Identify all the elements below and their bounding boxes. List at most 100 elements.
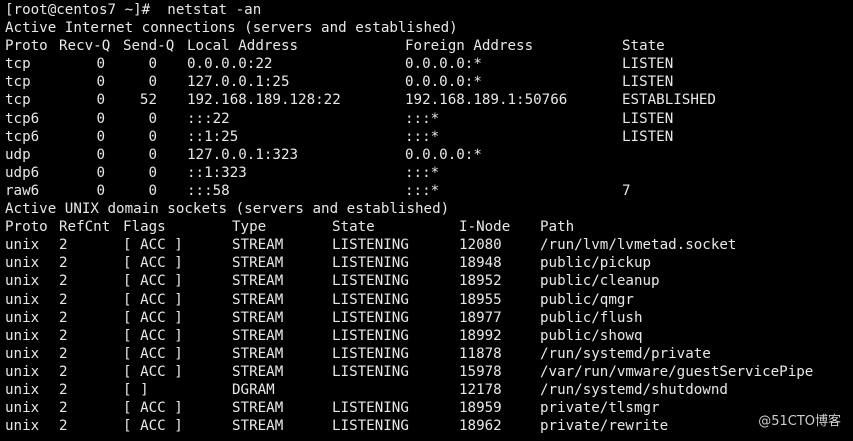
unix-cell-inode: 18948 [459, 255, 502, 272]
unix-row: unix 2 [ ACC ] STREAM LISTENING 18959 private/… [5, 399, 853, 417]
unix-row: unix 2 [ ] DGRAM 12178/run/systemd/shutdownd [5, 381, 853, 399]
unix-cell-type: STREAM [232, 418, 284, 435]
inet-cell-recvq: 0 [96, 74, 105, 91]
inet-cell-local-address: 127.0.0.1:25 [187, 74, 290, 91]
unix-cell-inode: 18962 [459, 418, 502, 435]
terminal-window[interactable]: [root@centos7 ~]# netstat -an Active Int… [5, 1, 853, 441]
unix-rows: unix 2 [ ACC ] STREAM LISTENING 12080/run/lvm… [5, 236, 853, 435]
unix-cell-proto: unix [5, 363, 40, 380]
unix-cell-path: private/tlsmgr [540, 400, 660, 417]
inet-cell-proto: udp [5, 146, 31, 163]
unix-cell-type: STREAM [232, 327, 284, 344]
unix-cell-path: public/flush [540, 309, 643, 326]
unix-cell-inode: 18952 [459, 273, 502, 290]
inet-cell-state: LISTEN [622, 56, 674, 73]
inet-cell-sendq: 52 [139, 92, 157, 109]
unix-cell-state: LISTENING [332, 327, 409, 344]
unix-cell-state: LISTENING [332, 309, 409, 326]
unix-cell-type: STREAM [232, 400, 284, 417]
unix-cell-inode: 11878 [459, 345, 502, 362]
unix-cell-path: public/cleanup [540, 273, 660, 290]
unix-cell-path: /var/run/vmware/guestServicePipe [540, 363, 814, 380]
inet-cell-proto: tcp6 [5, 110, 40, 127]
unix-cell-refcnt: 2 [59, 327, 68, 344]
unix-section-title: Active UNIX domain sockets (servers and … [5, 201, 450, 218]
inet-cell-local-address: :::58 [187, 182, 230, 199]
inet-cell-local-address: ::1:25 [187, 128, 239, 145]
unix-cell-flags: [ ACC ] [123, 363, 183, 380]
inet-cell-state: ESTABLISHED [622, 92, 716, 109]
unix-cell-path: /run/lvm/lvmetad.socket [540, 237, 737, 254]
unix-header-inode: I-Node [459, 219, 511, 236]
unix-cell-proto: unix [5, 255, 40, 272]
unix-cell-flags: [ ACC ] [123, 400, 183, 417]
unix-cell-inode: 18977 [459, 309, 502, 326]
unix-cell-proto: unix [5, 327, 40, 344]
unix-cell-state: LISTENING [332, 237, 409, 254]
inet-cell-proto: tcp [5, 74, 31, 91]
inet-cell-proto: tcp6 [5, 128, 40, 145]
unix-row: unix 2 [ ACC ] STREAM LISTENING 12080/run/lvm… [5, 236, 853, 254]
unix-cell-refcnt: 2 [59, 363, 68, 380]
inet-cell-proto: tcp [5, 92, 31, 109]
unix-cell-proto: unix [5, 237, 40, 254]
unix-cell-refcnt: 2 [59, 273, 68, 290]
unix-cell-proto: unix [5, 381, 40, 398]
unix-cell-state: LISTENING [332, 400, 409, 417]
inet-cell-foreign-address: :::* [405, 128, 440, 145]
inet-cell-sendq: 0 [148, 110, 157, 127]
unix-cell-refcnt: 2 [59, 381, 68, 398]
unix-cell-inode: 15978 [459, 363, 502, 380]
inet-cell-foreign-address: :::* [405, 182, 440, 199]
inet-header-foreign: Foreign Address [405, 38, 534, 55]
inet-cell-sendq: 0 [148, 182, 157, 199]
inet-cell-state: 7 [622, 182, 631, 199]
unix-header-proto: Proto [5, 219, 48, 236]
unix-cell-flags: [ ] [123, 381, 149, 398]
inet-cell-local-address: 0.0.0.0:22 [187, 56, 273, 73]
inet-row: udp6 0 0::1:323:::* [5, 164, 853, 182]
unix-cell-proto: unix [5, 309, 40, 326]
unix-cell-refcnt: 2 [59, 400, 68, 417]
inet-cell-state: LISTEN [622, 128, 674, 145]
inet-cell-local-address: ::1:323 [187, 164, 247, 181]
unix-row: unix 2 [ ACC ] STREAM LISTENING 18952 public/c… [5, 272, 853, 290]
inet-section-title: Active Internet connections (servers and… [5, 20, 458, 37]
inet-cell-recvq: 0 [96, 92, 105, 109]
unix-cell-inode: 18959 [459, 400, 502, 417]
inet-cell-foreign-address: 0.0.0.0:* [405, 146, 482, 163]
inet-cell-local-address: 192.168.189.128:22 [187, 92, 341, 109]
inet-row: tcp 0 52 192.168.189.128:22 192.168.189.1:50… [5, 91, 853, 109]
unix-cell-type: STREAM [232, 237, 284, 254]
inet-header-proto: Proto [5, 38, 48, 55]
unix-cell-state: LISTENING [332, 255, 409, 272]
unix-cell-flags: [ ACC ] [123, 291, 183, 308]
unix-cell-proto: unix [5, 291, 40, 308]
unix-cell-inode: 18955 [459, 291, 502, 308]
inet-cell-foreign-address: 0.0.0.0:* [405, 56, 482, 73]
inet-cell-foreign-address: 192.168.189.1:50766 [405, 92, 568, 109]
unix-cell-path: /run/systemd/shutdownd [540, 381, 728, 398]
unix-cell-refcnt: 2 [59, 255, 68, 272]
unix-cell-type: DGRAM [232, 381, 275, 398]
unix-cell-refcnt: 2 [59, 291, 68, 308]
unix-cell-state: LISTENING [332, 273, 409, 290]
inet-header-row: Proto Recv-Q Send-Q Local Address Foreig… [5, 37, 853, 55]
unix-cell-inode: 12178 [459, 381, 502, 398]
unix-header-refcnt: RefCnt [59, 219, 111, 236]
unix-cell-type: STREAM [232, 273, 284, 290]
unix-cell-refcnt: 2 [59, 309, 68, 326]
inet-header-sendq: Send-Q [123, 38, 175, 55]
inet-header-recvq: Recv-Q [59, 38, 111, 55]
inet-rows: tcp 0 0 0.0.0.0:22 0.0.0.0:* LISTEN tcp 0 0 127.0… [5, 55, 853, 200]
inet-row: tcp6 0 0:::22:::* LISTEN [5, 110, 853, 128]
inet-cell-state: LISTEN [622, 74, 674, 91]
inet-header-local: Local Address [187, 38, 299, 55]
inet-header-state: State [622, 38, 665, 55]
unix-cell-refcnt: 2 [59, 418, 68, 435]
unix-cell-path: public/qmgr [540, 291, 634, 308]
unix-cell-flags: [ ACC ] [123, 309, 183, 326]
unix-cell-state: LISTENING [332, 363, 409, 380]
unix-cell-flags: [ ACC ] [123, 273, 183, 290]
unix-cell-refcnt: 2 [59, 345, 68, 362]
